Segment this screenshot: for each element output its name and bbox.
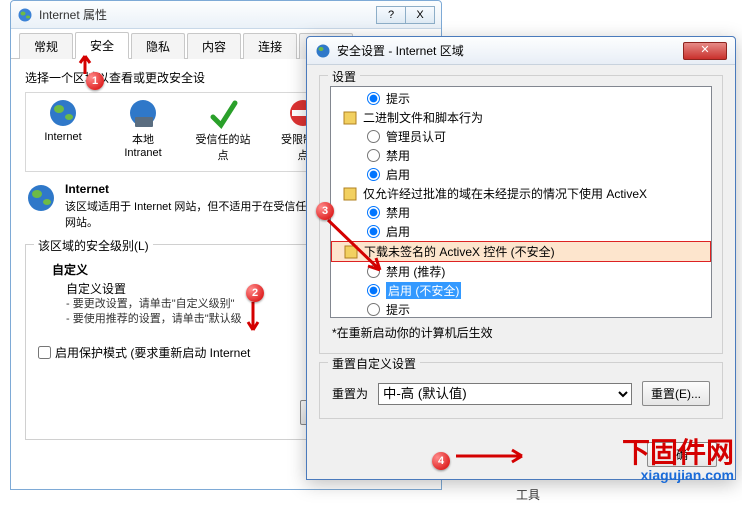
tool-label: 工具 bbox=[516, 486, 540, 503]
opt-disable[interactable]: 禁用 bbox=[337, 203, 705, 222]
titlebar[interactable]: 安全设置 - Internet 区域 ✕ bbox=[307, 37, 735, 65]
tab-content[interactable]: 内容 bbox=[187, 33, 241, 59]
reset-level-select[interactable]: 中-高 (默认值) bbox=[378, 383, 632, 405]
window-title: Internet 属性 bbox=[39, 6, 376, 23]
tab-privacy[interactable]: 隐私 bbox=[131, 33, 185, 59]
arrow-icon bbox=[452, 446, 532, 466]
zone-internet[interactable]: Internet bbox=[32, 97, 94, 163]
opt-enable-unsafe[interactable]: 启用 (不安全) bbox=[337, 281, 705, 300]
settings-group: 设置 提示 二进制文件和脚本行为 管理员认可 禁用 启用 仅允许经过批准的域在未… bbox=[319, 75, 723, 354]
node-binary: 二进制文件和脚本行为 bbox=[337, 108, 705, 127]
globe-icon bbox=[25, 182, 57, 214]
opt-disable-rec[interactable]: 禁用 (推荐) bbox=[337, 262, 705, 281]
reset-group: 重置自定义设置 重置为 中-高 (默认值) 重置(E)... bbox=[319, 362, 723, 419]
opt-enable[interactable]: 启用 bbox=[337, 165, 705, 184]
window-title: 安全设置 - Internet 区域 bbox=[337, 42, 683, 59]
annotation-badge-3: 3 bbox=[316, 202, 334, 220]
restart-note: *在重新启动你的计算机后生效 bbox=[332, 324, 710, 341]
arrow-icon bbox=[244, 300, 262, 340]
zone-intranet[interactable]: 本地 Intranet bbox=[112, 97, 174, 163]
help-button[interactable]: ? bbox=[376, 6, 406, 24]
opt-enable[interactable]: 启用 bbox=[337, 222, 705, 241]
settings-tree[interactable]: 提示 二进制文件和脚本行为 管理员认可 禁用 启用 仅允许经过批准的域在未经提示… bbox=[330, 86, 712, 318]
tab-general[interactable]: 常规 bbox=[19, 33, 73, 59]
close-button[interactable]: ✕ bbox=[683, 42, 727, 60]
reset-label: 重置为 bbox=[332, 385, 368, 402]
globe-icon bbox=[17, 7, 33, 23]
globe-icon bbox=[315, 43, 331, 59]
opt-prompt[interactable]: 提示 bbox=[337, 300, 705, 318]
arrow-icon bbox=[322, 216, 392, 280]
node-only-approved: 仅允许经过批准的域在未经提示的情况下使用 ActiveX bbox=[337, 184, 705, 203]
opt-admin-allow[interactable]: 管理员认可 bbox=[337, 127, 705, 146]
watermark: 下固件网 xiagujian.com bbox=[622, 439, 734, 483]
opt-prompt[interactable]: 提示 bbox=[337, 89, 705, 108]
opt-disable[interactable]: 禁用 bbox=[337, 146, 705, 165]
reset-button[interactable]: 重置(E)... bbox=[642, 381, 710, 406]
activex-icon bbox=[343, 111, 357, 125]
annotation-badge-4: 4 bbox=[432, 452, 450, 470]
activex-icon bbox=[343, 187, 357, 201]
zone-trusted[interactable]: 受信任的站 点 bbox=[192, 97, 254, 163]
titlebar[interactable]: Internet 属性 ? X bbox=[11, 1, 441, 29]
annotation-badge-2: 2 bbox=[246, 284, 264, 302]
tab-connections[interactable]: 连接 bbox=[243, 33, 297, 59]
close-button[interactable]: X bbox=[405, 6, 435, 24]
annotation-badge-1: 1 bbox=[86, 72, 104, 90]
